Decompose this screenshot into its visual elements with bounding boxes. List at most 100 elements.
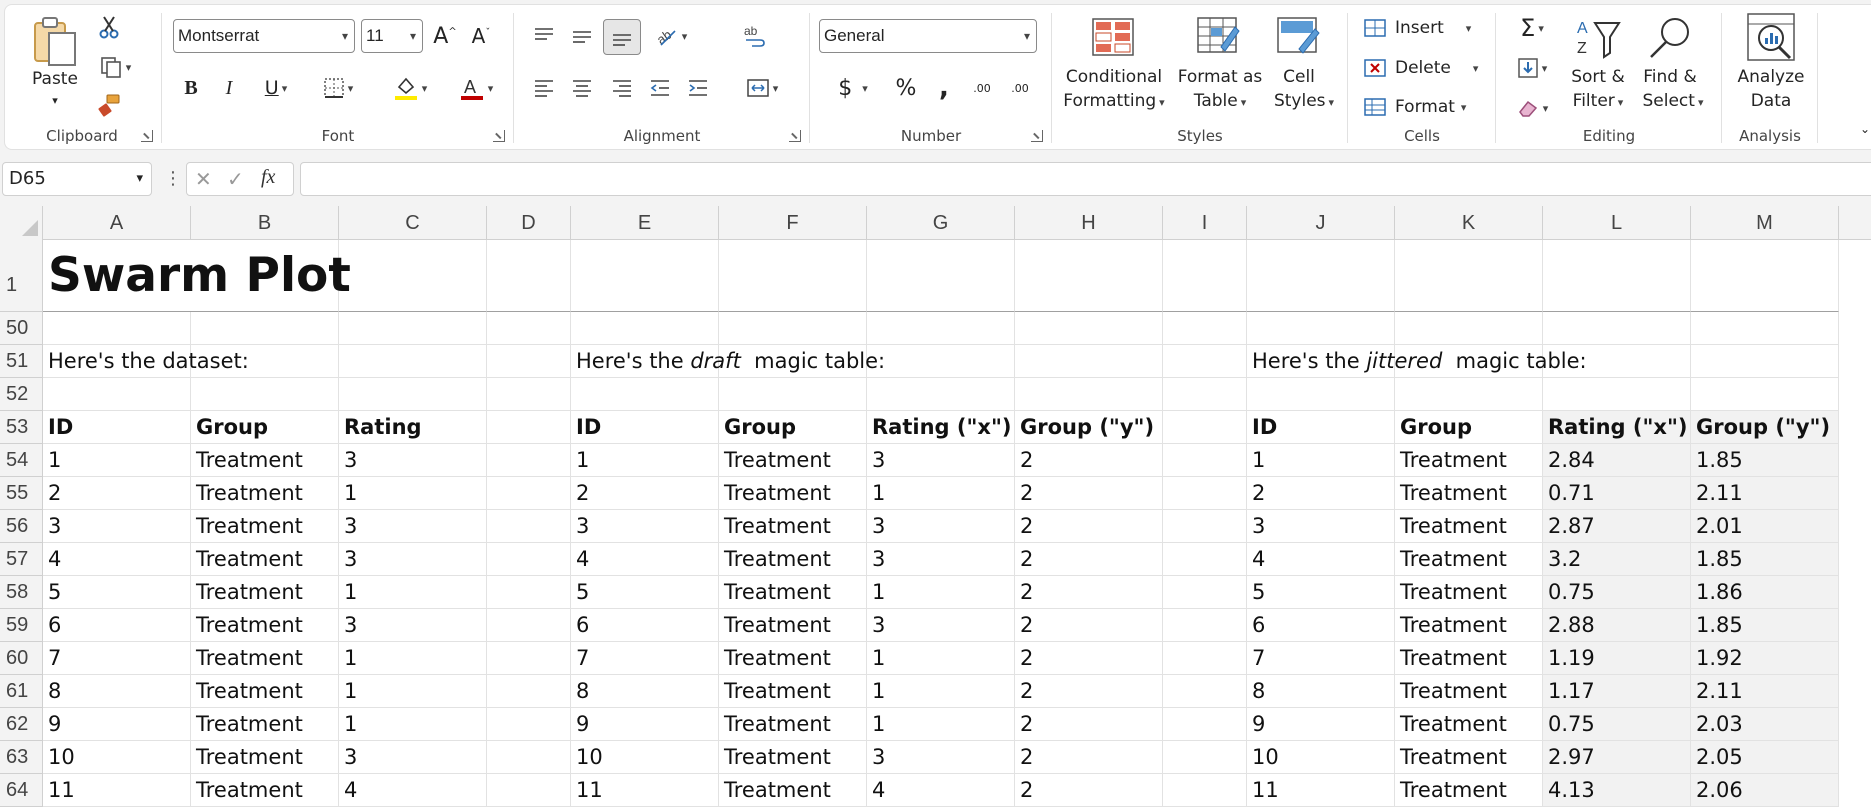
cell-e52[interactable] <box>571 378 719 411</box>
cell-h58[interactable]: 2 <box>1015 576 1163 609</box>
row-header-52[interactable]: 52 <box>0 378 43 411</box>
align-top-button[interactable] <box>529 21 559 51</box>
paste-caret[interactable]: ▾ <box>23 89 87 113</box>
copy-button[interactable]: ▾ <box>93 53 137 81</box>
cell-a54[interactable]: 1 <box>43 444 191 477</box>
cell-h54[interactable]: 2 <box>1015 444 1163 477</box>
cell-f58[interactable]: Treatment <box>719 576 867 609</box>
column-header-m[interactable]: M <box>1691 206 1839 240</box>
cell-d53[interactable] <box>487 411 571 444</box>
cell-d50[interactable] <box>487 312 571 345</box>
column-header-a[interactable]: A <box>43 206 191 240</box>
cell-g59[interactable]: 3 <box>867 609 1015 642</box>
cell-g55[interactable]: 1 <box>867 477 1015 510</box>
decrease-indent-button[interactable] <box>645 73 675 103</box>
cell-j52[interactable] <box>1247 378 1395 411</box>
cell-b62[interactable]: Treatment <box>191 708 339 741</box>
column-header-g[interactable]: G <box>867 206 1015 240</box>
cell-b61[interactable]: Treatment <box>191 675 339 708</box>
cell-k63[interactable]: Treatment <box>1395 741 1543 774</box>
cell-g56[interactable]: 3 <box>867 510 1015 543</box>
increase-decimal-button[interactable]: .00 <box>965 71 999 105</box>
cell-i54[interactable] <box>1163 444 1247 477</box>
cell-f64[interactable]: Treatment <box>719 774 867 807</box>
cell-b58[interactable]: Treatment <box>191 576 339 609</box>
font-name-select[interactable]: Montserrat ▾ <box>173 19 355 53</box>
cell-e60[interactable]: 7 <box>571 642 719 675</box>
cell-f56[interactable]: Treatment <box>719 510 867 543</box>
cell-m1[interactable] <box>1691 240 1839 312</box>
cell-m51[interactable] <box>1691 345 1839 378</box>
cell-j60[interactable]: 7 <box>1247 642 1395 675</box>
find-select-button[interactable] <box>1645 13 1695 63</box>
cell-b56[interactable]: Treatment <box>191 510 339 543</box>
row-header-57[interactable]: 57 <box>0 543 43 576</box>
merge-center-button[interactable]: ▾ <box>737 73 787 103</box>
cell-b55[interactable]: Treatment <box>191 477 339 510</box>
cell-i50[interactable] <box>1163 312 1247 345</box>
increase-font-size-button[interactable]: A^ <box>429 21 461 51</box>
column-header-b[interactable]: B <box>191 206 339 240</box>
cell-h51[interactable] <box>1015 345 1163 378</box>
row-header-55[interactable]: 55 <box>0 477 43 510</box>
cell-f62[interactable]: Treatment <box>719 708 867 741</box>
cell-a51[interactable]: Here's the dataset: <box>43 345 249 378</box>
cell-c57[interactable]: 3 <box>339 543 487 576</box>
cell-i56[interactable] <box>1163 510 1247 543</box>
cell-i58[interactable] <box>1163 576 1247 609</box>
italic-button[interactable]: I <box>215 73 243 103</box>
cell-m62[interactable]: 2.03 <box>1691 708 1839 741</box>
cell-c58[interactable]: 1 <box>339 576 487 609</box>
row-header-62[interactable]: 62 <box>0 708 43 741</box>
cell-k50[interactable] <box>1395 312 1543 345</box>
row-header-59[interactable]: 59 <box>0 609 43 642</box>
row-header-56[interactable]: 56 <box>0 510 43 543</box>
cell-c1[interactable] <box>339 240 487 312</box>
cell-k1[interactable] <box>1395 240 1543 312</box>
cell-f1[interactable] <box>719 240 867 312</box>
cell-b52[interactable] <box>191 378 339 411</box>
cell-l64[interactable]: 4.13 <box>1543 774 1691 807</box>
cell-l60[interactable]: 1.19 <box>1543 642 1691 675</box>
cell-f52[interactable] <box>719 378 867 411</box>
clear-button[interactable]: ▾ <box>1507 93 1557 123</box>
cell-i55[interactable] <box>1163 477 1247 510</box>
increase-indent-button[interactable] <box>683 73 713 103</box>
cell-g54[interactable]: 3 <box>867 444 1015 477</box>
cell-e51[interactable]: Here's the draft magic table: <box>571 345 885 378</box>
cell-e63[interactable]: 10 <box>571 741 719 774</box>
cell-f63[interactable]: Treatment <box>719 741 867 774</box>
cell-a55[interactable]: 2 <box>43 477 191 510</box>
cell-m59[interactable]: 1.85 <box>1691 609 1839 642</box>
cell-i51[interactable] <box>1163 345 1247 378</box>
cell-k60[interactable]: Treatment <box>1395 642 1543 675</box>
cell-d63[interactable] <box>487 741 571 774</box>
cell-d55[interactable] <box>487 477 571 510</box>
cell-l61[interactable]: 1.17 <box>1543 675 1691 708</box>
cell-c60[interactable]: 1 <box>339 642 487 675</box>
cell-f54[interactable]: Treatment <box>719 444 867 477</box>
cell-i57[interactable] <box>1163 543 1247 576</box>
font-size-select[interactable]: 11 ▾ <box>361 19 423 53</box>
cell-k54[interactable]: Treatment <box>1395 444 1543 477</box>
row-header-61[interactable]: 61 <box>0 675 43 708</box>
cell-g63[interactable]: 3 <box>867 741 1015 774</box>
cell-i52[interactable] <box>1163 378 1247 411</box>
row-header-60[interactable]: 60 <box>0 642 43 675</box>
cell-g61[interactable]: 1 <box>867 675 1015 708</box>
cell-g51[interactable] <box>867 345 1015 378</box>
cell-g58[interactable]: 1 <box>867 576 1015 609</box>
cell-e54[interactable]: 1 <box>571 444 719 477</box>
cell-b59[interactable]: Treatment <box>191 609 339 642</box>
cell-k64[interactable]: Treatment <box>1395 774 1543 807</box>
cell-h57[interactable]: 2 <box>1015 543 1163 576</box>
cell-f57[interactable]: Treatment <box>719 543 867 576</box>
cell-h56[interactable]: 2 <box>1015 510 1163 543</box>
cell-j56[interactable]: 3 <box>1247 510 1395 543</box>
cell-k61[interactable]: Treatment <box>1395 675 1543 708</box>
cell-c53[interactable]: Rating <box>339 411 487 444</box>
cell-e59[interactable]: 6 <box>571 609 719 642</box>
column-header-h[interactable]: H <box>1015 206 1163 240</box>
cell-j59[interactable]: 6 <box>1247 609 1395 642</box>
cell-b50[interactable] <box>191 312 339 345</box>
